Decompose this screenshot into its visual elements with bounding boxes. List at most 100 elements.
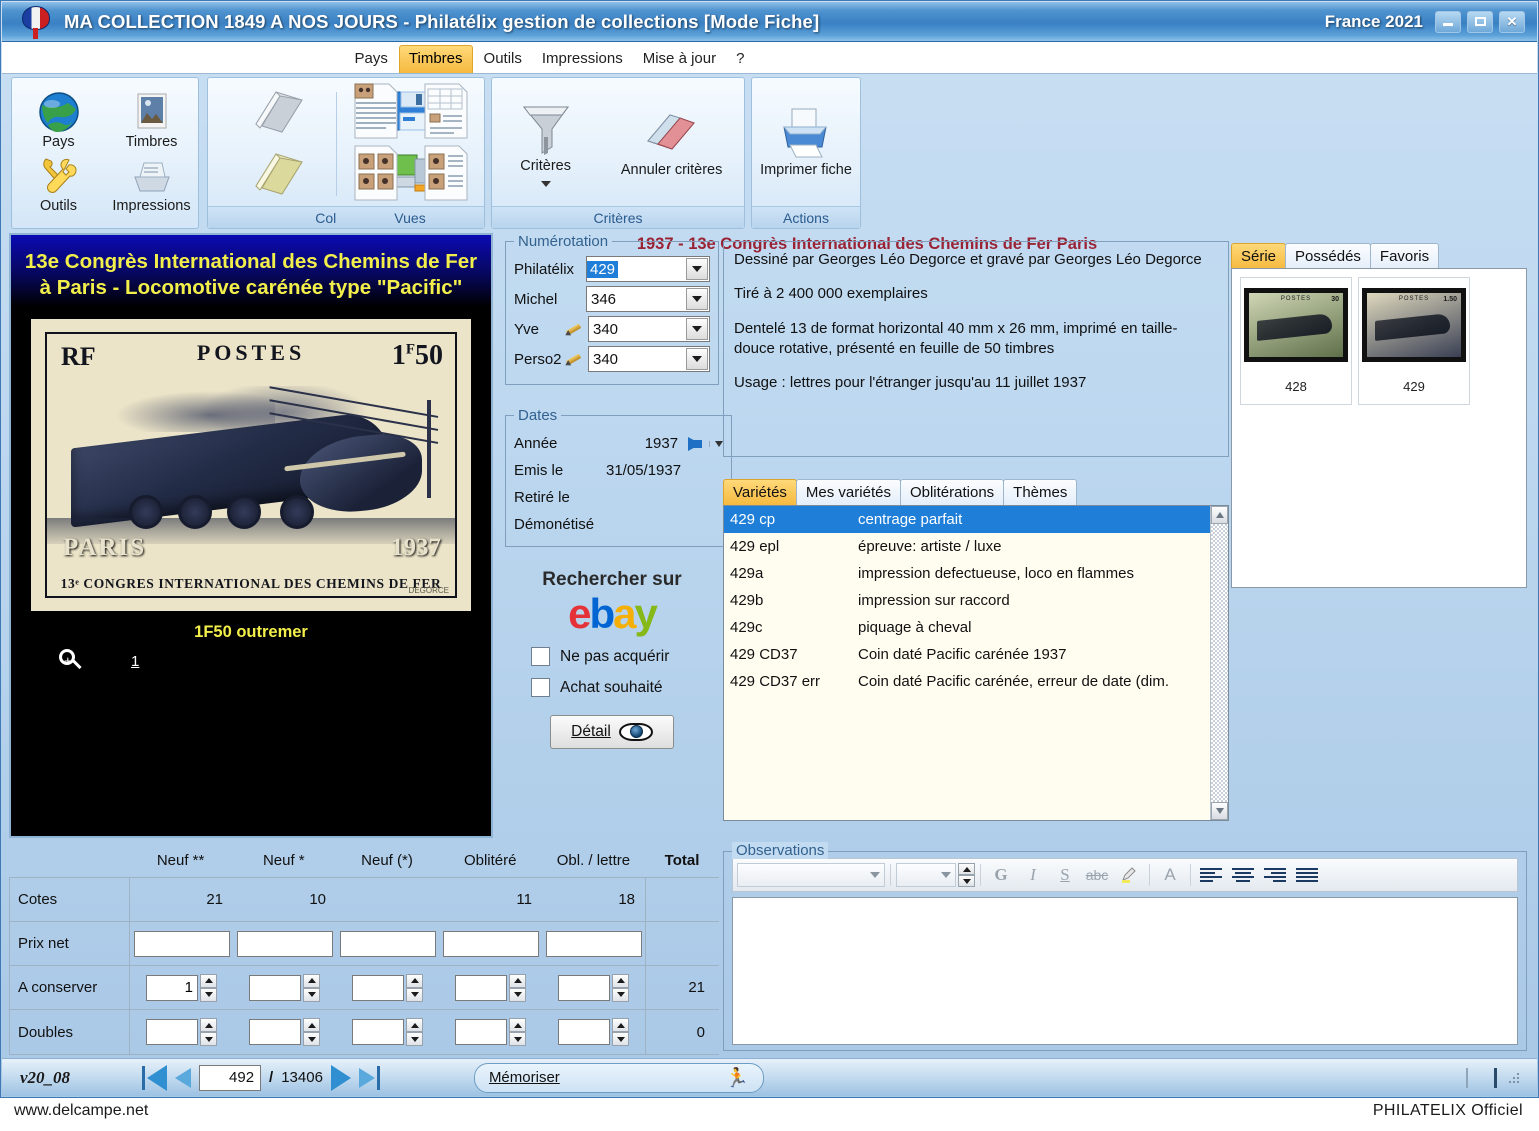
ribbon-button-open-album[interactable] bbox=[212, 142, 346, 204]
menu-item-help[interactable]: ? bbox=[727, 46, 753, 73]
scroll-up-arrow-icon[interactable] bbox=[1211, 506, 1228, 524]
ribbon-button-imprimer-fiche[interactable]: Imprimer fiche bbox=[754, 103, 858, 181]
series-thumbnail-list[interactable]: POSTES 30 428 POSTES 1.50 429 bbox=[1231, 268, 1527, 588]
ne-pas-acquerir-checkbox[interactable] bbox=[531, 647, 550, 666]
last-record-icon[interactable] bbox=[358, 1065, 380, 1090]
first-record-icon[interactable] bbox=[142, 1064, 168, 1091]
ebay-logo-icon[interactable]: ebay bbox=[505, 593, 719, 635]
strikethrough-button[interactable]: abc bbox=[1082, 862, 1112, 888]
highlighter-icon[interactable] bbox=[1114, 862, 1144, 888]
pencil-edit-icon[interactable] bbox=[563, 350, 586, 368]
italic-button[interactable]: I bbox=[1018, 862, 1048, 888]
magnifier-plus-icon[interactable]: + bbox=[57, 648, 83, 674]
font-size-select[interactable] bbox=[896, 863, 956, 887]
chevron-down-icon[interactable] bbox=[540, 180, 551, 187]
font-family-select[interactable] bbox=[737, 863, 885, 887]
a-conserver-obl-lettre-input[interactable] bbox=[558, 974, 610, 1001]
resize-grip-icon[interactable] bbox=[1507, 1070, 1521, 1085]
year-dropdown-icon[interactable] bbox=[709, 440, 724, 447]
minimize-icon[interactable] bbox=[1435, 10, 1461, 33]
size-spinner-icon[interactable] bbox=[958, 863, 975, 887]
ribbon-button-pays[interactable]: Pays bbox=[12, 89, 105, 153]
align-left-icon[interactable] bbox=[1196, 862, 1226, 888]
ribbon-button-thumbnail-grid[interactable] bbox=[341, 142, 411, 204]
chevron-down-icon[interactable] bbox=[686, 288, 708, 310]
table-row[interactable]: 429 cp centrage parfait bbox=[724, 506, 1210, 533]
prix-net-obl-lettre-input[interactable] bbox=[545, 930, 642, 957]
menu-item-impressions[interactable]: Impressions bbox=[533, 46, 632, 73]
table-row[interactable]: 429 epl épreuve: artiste / luxe bbox=[724, 533, 1210, 560]
a-conserver-oblitere-stepper[interactable] bbox=[509, 973, 526, 1002]
menu-item-mise-a-jour[interactable]: Mise à jour bbox=[634, 46, 725, 73]
ribbon-button-detail-view[interactable] bbox=[411, 80, 481, 142]
goto-year-arrow-icon[interactable] bbox=[688, 436, 703, 451]
tab-varietes[interactable]: Variétés bbox=[723, 479, 797, 505]
prix-net-neuf0-input[interactable] bbox=[339, 930, 436, 957]
a-conserver-neuf0-stepper[interactable] bbox=[406, 973, 423, 1002]
align-justify-icon[interactable] bbox=[1292, 862, 1322, 888]
ribbon-button-timbres[interactable]: Timbres bbox=[105, 89, 198, 153]
ribbon-button-impressions[interactable]: Impressions bbox=[105, 153, 198, 217]
scroll-down-arrow-icon[interactable] bbox=[1211, 802, 1228, 820]
ribbon-button-list-view[interactable] bbox=[341, 80, 411, 142]
detail-button[interactable]: Détail bbox=[550, 715, 674, 749]
menu-item-timbres[interactable]: Timbres bbox=[398, 45, 473, 73]
prix-net-neuf1-input[interactable] bbox=[236, 930, 333, 957]
stamp-image-index[interactable]: 1 bbox=[131, 653, 139, 670]
doubles-neuf2-stepper[interactable] bbox=[200, 1018, 217, 1046]
checkbox-row-achat-souhaite[interactable]: Achat souhaité bbox=[531, 678, 719, 697]
maximize-icon[interactable] bbox=[1467, 10, 1493, 33]
doubles-neuf1-stepper[interactable] bbox=[303, 1018, 320, 1046]
checkbox-row-ne-pas-acquerir[interactable]: Ne pas acquérir bbox=[531, 647, 719, 666]
chevron-down-icon[interactable] bbox=[686, 318, 708, 340]
doubles-neuf0-input[interactable] bbox=[352, 1019, 404, 1045]
previous-record-icon[interactable] bbox=[175, 1067, 192, 1088]
table-row[interactable]: 429 CD37 err Coin daté Pacific carénée, … bbox=[724, 668, 1210, 695]
observations-text-input[interactable] bbox=[732, 897, 1518, 1045]
doubles-neuf2-input[interactable] bbox=[146, 1019, 198, 1045]
close-icon[interactable]: ✕ bbox=[1499, 10, 1525, 33]
font-color-button[interactable]: A bbox=[1155, 862, 1185, 888]
tab-serie[interactable]: Série bbox=[1231, 243, 1287, 269]
ribbon-button-outils[interactable]: Outils bbox=[12, 153, 105, 217]
doubles-obl-lettre-input[interactable] bbox=[558, 1019, 610, 1045]
menu-item-pays[interactable]: Pays bbox=[346, 46, 397, 73]
doubles-neuf0-stepper[interactable] bbox=[406, 1018, 423, 1046]
perso2-number-input[interactable]: 340 bbox=[588, 346, 710, 372]
align-center-icon[interactable] bbox=[1228, 862, 1258, 888]
a-conserver-obl-lettre-stepper[interactable] bbox=[612, 973, 629, 1002]
series-thumbnail-429[interactable]: POSTES 1.50 429 bbox=[1358, 277, 1470, 405]
pencil-edit-icon[interactable] bbox=[563, 320, 586, 338]
a-conserver-neuf2-stepper[interactable] bbox=[200, 973, 217, 1002]
ribbon-button-annuler-criteres[interactable]: Annuler critères bbox=[615, 103, 729, 181]
ribbon-button-album-view[interactable] bbox=[411, 142, 481, 204]
table-row[interactable]: 429 CD37 Coin daté Pacific carénée 1937 bbox=[724, 641, 1210, 668]
chevron-down-icon[interactable] bbox=[686, 258, 708, 280]
tab-favoris[interactable]: Favoris bbox=[1369, 243, 1440, 269]
doubles-obl-lettre-stepper[interactable] bbox=[612, 1018, 629, 1046]
table-row[interactable]: 429b impression sur raccord bbox=[724, 587, 1210, 614]
tab-possedes[interactable]: Possédés bbox=[1285, 243, 1371, 269]
philatelix-number-input[interactable]: 429 bbox=[586, 256, 710, 282]
prix-net-oblitere-input[interactable] bbox=[442, 930, 539, 957]
table-row[interactable]: 429a impression defectueuse, loco en fla… bbox=[724, 560, 1210, 587]
ribbon-button-criteres[interactable]: Critères bbox=[508, 95, 584, 189]
underline-button[interactable]: S bbox=[1050, 862, 1080, 888]
align-right-icon[interactable] bbox=[1260, 862, 1290, 888]
menu-item-outils[interactable]: Outils bbox=[475, 46, 531, 73]
a-conserver-neuf1-stepper[interactable] bbox=[303, 973, 320, 1002]
bold-button[interactable]: G bbox=[986, 862, 1016, 888]
a-conserver-neuf2-input[interactable]: 1 bbox=[146, 974, 198, 1001]
doubles-neuf1-input[interactable] bbox=[249, 1019, 301, 1045]
varieties-scrollbar[interactable] bbox=[1210, 506, 1228, 820]
next-record-icon[interactable] bbox=[330, 1064, 351, 1091]
tab-obliterations[interactable]: Oblitérations bbox=[899, 479, 1005, 505]
ribbon-button-open-collection[interactable] bbox=[212, 80, 346, 142]
a-conserver-neuf0-input[interactable] bbox=[352, 974, 404, 1001]
yvert-number-input[interactable]: 340 bbox=[588, 316, 710, 342]
doubles-oblitere-input[interactable] bbox=[455, 1019, 507, 1045]
current-record-input[interactable]: 492 bbox=[199, 1064, 262, 1091]
achat-souhaite-checkbox[interactable] bbox=[531, 678, 550, 697]
a-conserver-neuf1-input[interactable] bbox=[249, 974, 301, 1001]
a-conserver-oblitere-input[interactable] bbox=[455, 974, 507, 1001]
